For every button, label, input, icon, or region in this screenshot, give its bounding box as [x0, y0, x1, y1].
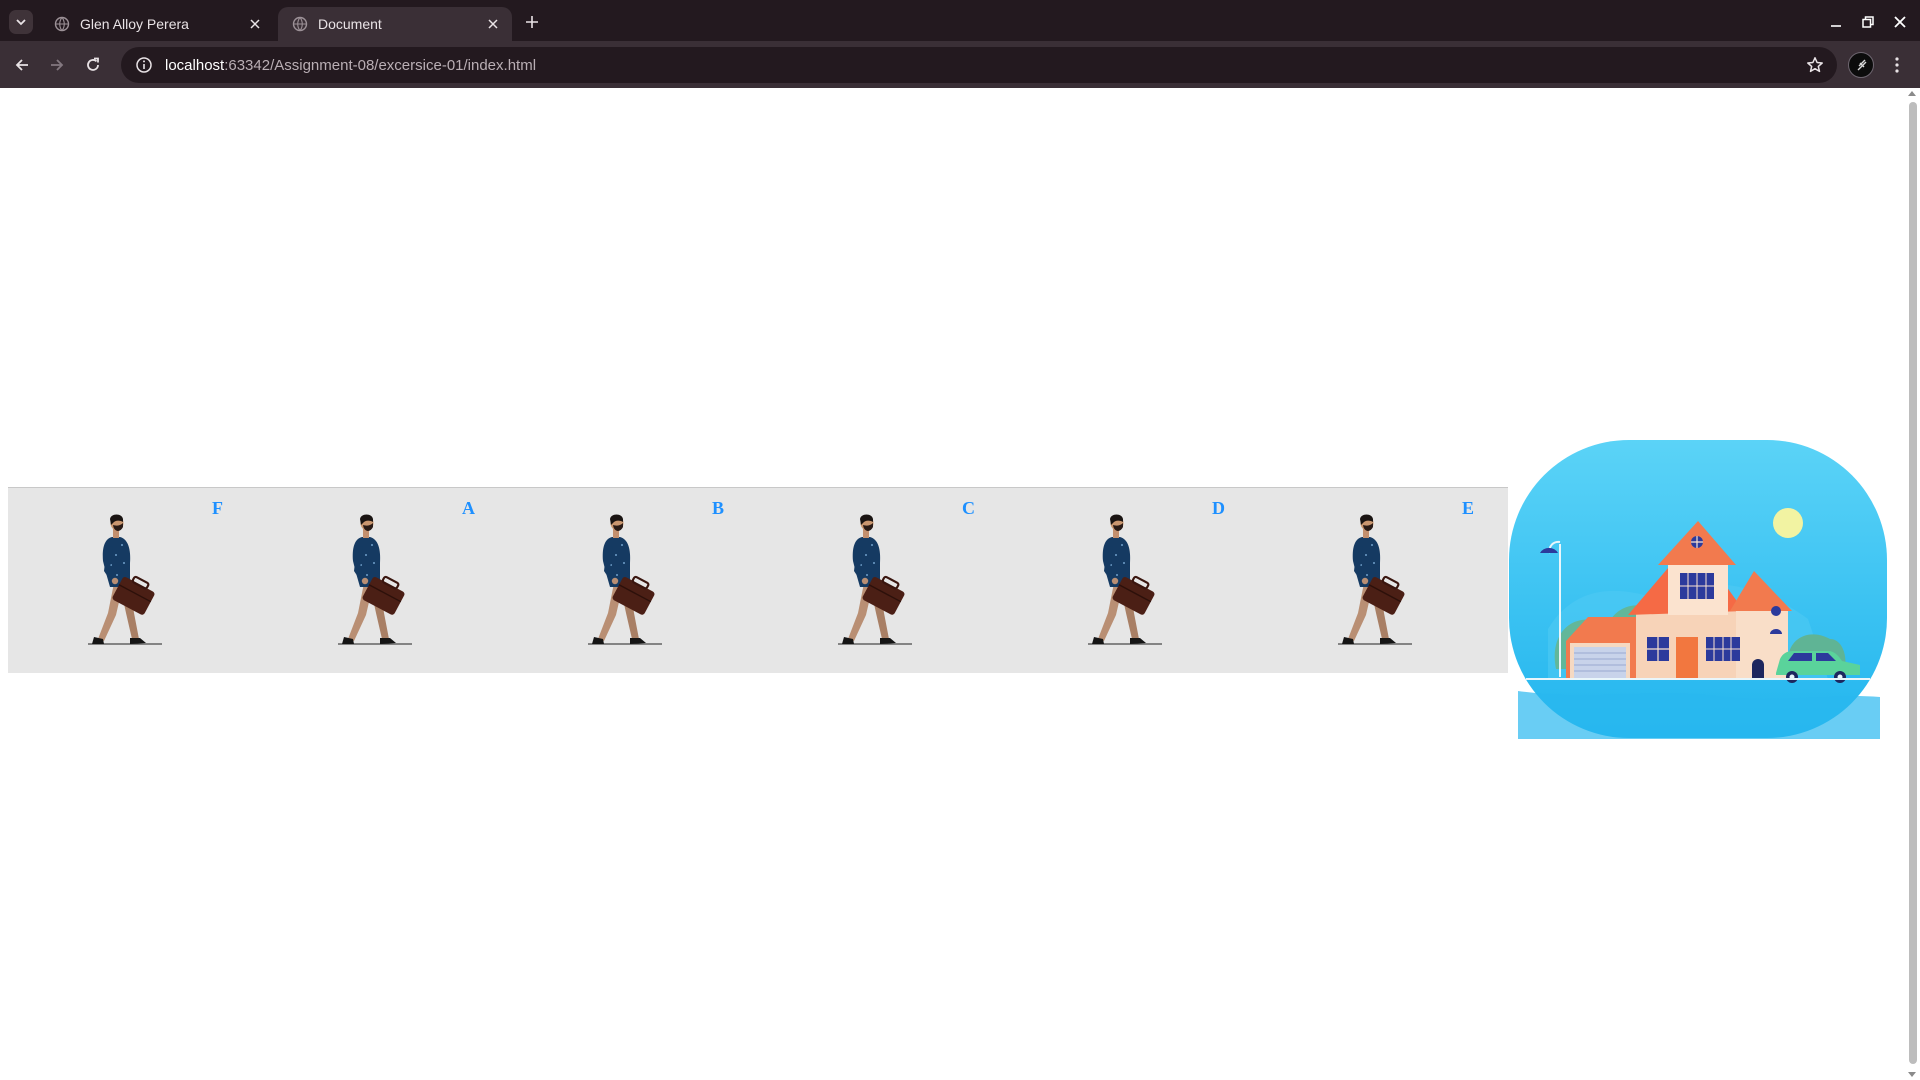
house-illustration: [1509, 440, 1887, 739]
close-icon: [488, 19, 498, 29]
scrollbar-thumb[interactable]: [1909, 102, 1917, 1064]
tab-title: Document: [318, 16, 382, 32]
tab-title: Glen Alloy Perera: [80, 16, 189, 32]
avatar-icon: [1857, 59, 1867, 71]
address-bar[interactable]: localhost:63342/Assignment-08/excersice-…: [121, 47, 1837, 83]
browser-toolbar: localhost:63342/Assignment-08/excersice-…: [0, 41, 1920, 88]
globe-icon: [292, 16, 308, 32]
url-path: :63342/Assignment-08/excersice-01/index.…: [224, 56, 537, 74]
kebab-menu-icon: [1895, 57, 1899, 73]
close-icon: [250, 19, 260, 29]
tab-search-button[interactable]: [9, 10, 33, 34]
cell-letter: B: [712, 498, 725, 518]
browser-menu-button[interactable]: [1884, 51, 1910, 79]
cell-letter: A: [462, 498, 475, 518]
minimize-icon: [1831, 25, 1841, 27]
restore-button[interactable]: [1855, 9, 1881, 35]
vertical-scrollbar[interactable]: [1905, 88, 1920, 1080]
back-button[interactable]: [8, 51, 36, 79]
chevron-down-icon: [16, 19, 26, 26]
new-tab-button[interactable]: [519, 9, 545, 35]
walker-cell: E: [1258, 488, 1508, 674]
reload-button[interactable]: [79, 51, 107, 79]
scroll-up-arrow[interactable]: [1908, 91, 1916, 96]
globe-icon: [54, 16, 70, 32]
walking-man-image: [588, 514, 662, 645]
walker-cell: C: [758, 488, 1008, 674]
tab-close-button[interactable]: [484, 15, 502, 33]
arrow-left-icon: [15, 59, 28, 71]
forward-button[interactable]: [43, 51, 71, 79]
cell-letter: C: [962, 498, 975, 518]
walker-cell: A: [258, 488, 508, 674]
walker-cell: D: [1008, 488, 1258, 674]
star-icon: [1807, 57, 1823, 73]
close-icon: [1894, 16, 1906, 28]
walking-man-image: [1088, 514, 1162, 645]
walker-strip: F A B C D E: [8, 487, 1508, 673]
scroll-down-arrow[interactable]: [1908, 1072, 1916, 1077]
walking-man-image: [838, 514, 912, 645]
cell-letter: E: [1462, 498, 1475, 518]
close-window-button[interactable]: [1887, 9, 1913, 35]
info-icon[interactable]: [135, 56, 153, 74]
tab-glen-alloy-perera[interactable]: Glen Alloy Perera: [40, 7, 274, 41]
walking-man-image: [88, 514, 162, 645]
tab-close-button[interactable]: [246, 15, 264, 33]
profile-button[interactable]: [1848, 52, 1874, 78]
url-text[interactable]: localhost:63342/Assignment-08/excersice-…: [165, 57, 536, 74]
walking-man-image: [338, 514, 412, 645]
cell-letter: D: [1212, 498, 1225, 518]
walker-cell: B: [508, 488, 758, 674]
plus-icon: [526, 16, 538, 28]
restore-icon: [1862, 16, 1874, 28]
walker-cell: F: [8, 488, 258, 674]
walking-man-image: [1338, 514, 1412, 645]
url-host: localhost: [165, 56, 225, 74]
bookmark-button[interactable]: [1793, 47, 1837, 83]
cell-letter: F: [212, 498, 223, 518]
minimize-button[interactable]: [1823, 9, 1849, 35]
tab-strip: Glen Alloy Perera Document: [0, 0, 1920, 41]
tab-document[interactable]: Document: [278, 7, 512, 41]
arrow-right-icon: [51, 59, 64, 71]
reload-icon: [87, 57, 99, 71]
